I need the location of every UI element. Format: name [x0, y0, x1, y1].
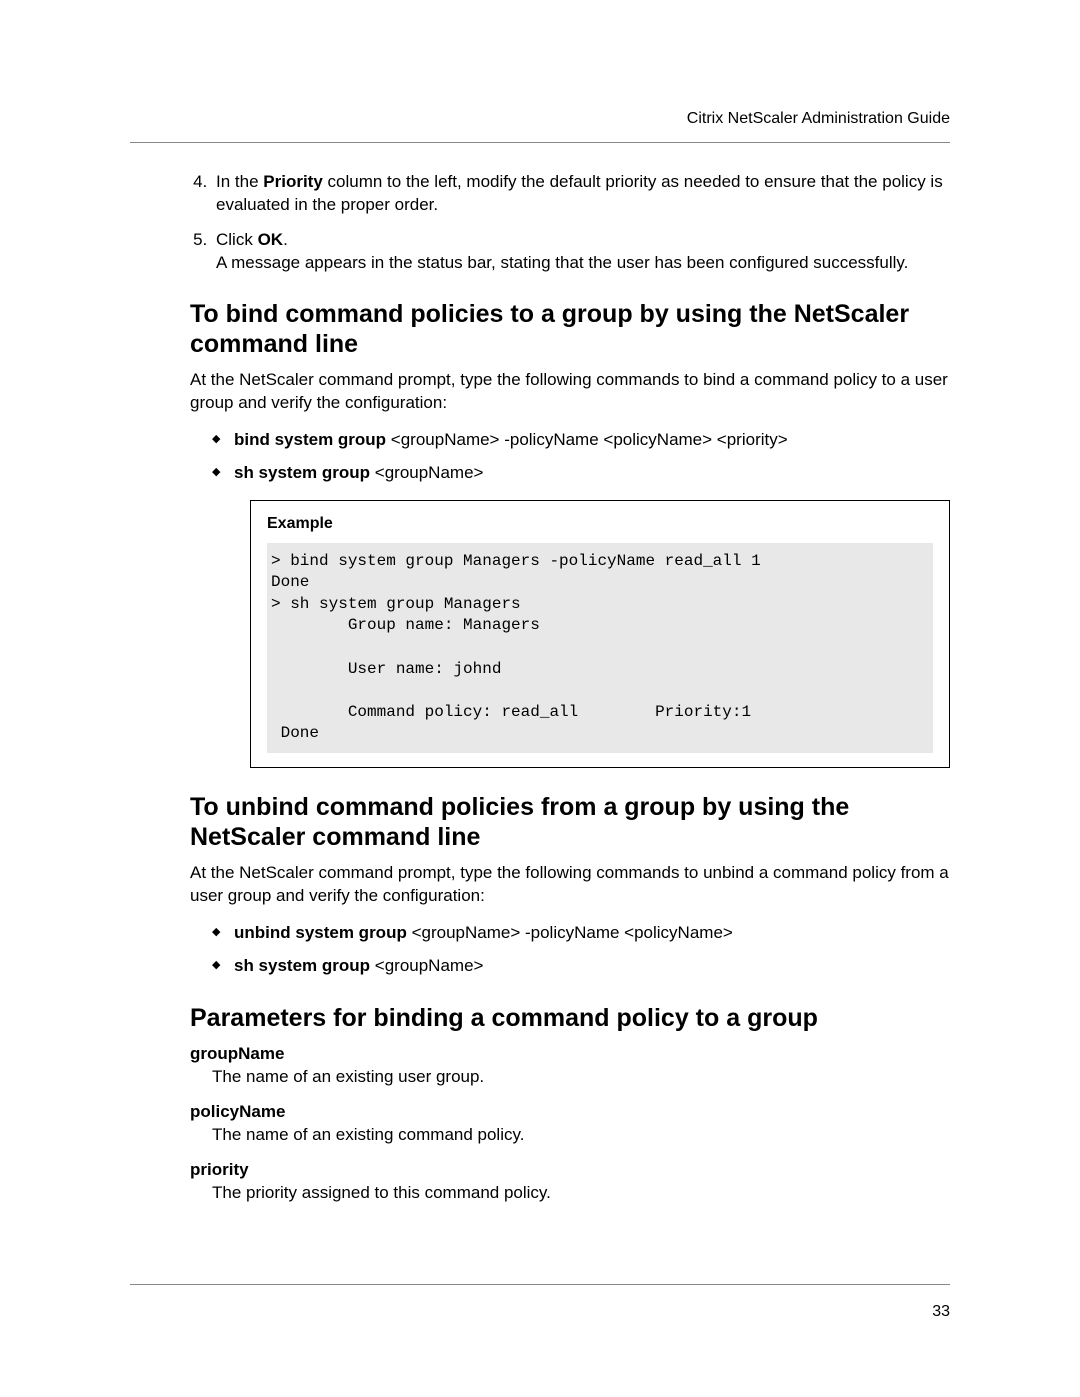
- param-policyname: policyName The name of an existing comma…: [190, 1101, 950, 1147]
- section2-bullets: unbind system group <groupName> -policyN…: [212, 920, 950, 979]
- bullet-bind-group: bind system group <groupName> -policyNam…: [212, 427, 950, 453]
- step4-bold: Priority: [263, 172, 323, 191]
- step-5: Click OK. A message appears in the statu…: [212, 229, 950, 275]
- section3-heading: Parameters for binding a command policy …: [190, 1003, 950, 1033]
- bullet-unbind-group: unbind system group <groupName> -policyN…: [212, 920, 950, 946]
- step4-rest: column to the left, modify the default p…: [216, 172, 943, 214]
- section1-para: At the NetScaler command prompt, type th…: [190, 369, 950, 415]
- param-groupname: groupName The name of an existing user g…: [190, 1043, 950, 1089]
- numbered-steps: In the Priority column to the left, modi…: [212, 171, 950, 275]
- section1-heading: To bind command policies to a group by u…: [190, 299, 950, 359]
- step5-bold: OK: [258, 230, 284, 249]
- example-wrapper: Example > bind system group Managers -po…: [250, 500, 950, 768]
- step-4: In the Priority column to the left, modi…: [212, 171, 950, 217]
- section2-para: At the NetScaler command prompt, type th…: [190, 862, 950, 908]
- s2-bullet2-rest: <groupName>: [370, 956, 483, 975]
- s2-bullet1-rest: <groupName> -policyName <policyName>: [407, 923, 733, 942]
- param-policyname-term: policyName: [190, 1101, 950, 1124]
- example-label: Example: [267, 515, 933, 533]
- page-number: 33: [130, 1303, 950, 1321]
- step5-prefix: Click: [216, 230, 258, 249]
- step4-prefix: In the: [216, 172, 263, 191]
- param-policyname-desc: The name of an existing command policy.: [212, 1124, 950, 1147]
- param-groupname-desc: The name of an existing user group.: [212, 1066, 950, 1089]
- bullet2-rest: <groupName>: [370, 463, 483, 482]
- param-priority: priority The priority assigned to this c…: [190, 1159, 950, 1205]
- bullet1-rest: <groupName> -policyName <policyName> <pr…: [386, 430, 788, 449]
- step5-rest: .: [283, 230, 288, 249]
- s2-bullet1-bold: unbind system group: [234, 923, 407, 942]
- bullet1-bold: bind system group: [234, 430, 386, 449]
- example-box: Example > bind system group Managers -po…: [250, 500, 950, 768]
- header-title: Citrix NetScaler Administration Guide: [130, 110, 950, 128]
- bullet-sh-group: sh system group <groupName>: [212, 460, 950, 486]
- param-priority-desc: The priority assigned to this command po…: [212, 1182, 950, 1205]
- example-code: > bind system group Managers -policyName…: [267, 543, 933, 753]
- param-groupname-term: groupName: [190, 1043, 950, 1066]
- bullet2-bold: sh system group: [234, 463, 370, 482]
- section1-bullets: bind system group <groupName> -policyNam…: [212, 427, 950, 486]
- section2-heading: To unbind command policies from a group …: [190, 792, 950, 852]
- main-content: In the Priority column to the left, modi…: [190, 171, 950, 1204]
- s2-bullet2-bold: sh system group: [234, 956, 370, 975]
- bullet-sh-group-2: sh system group <groupName>: [212, 953, 950, 979]
- top-divider: [130, 142, 950, 143]
- param-priority-term: priority: [190, 1159, 950, 1182]
- bottom-divider: [130, 1284, 950, 1285]
- step5-line2: A message appears in the status bar, sta…: [216, 253, 908, 272]
